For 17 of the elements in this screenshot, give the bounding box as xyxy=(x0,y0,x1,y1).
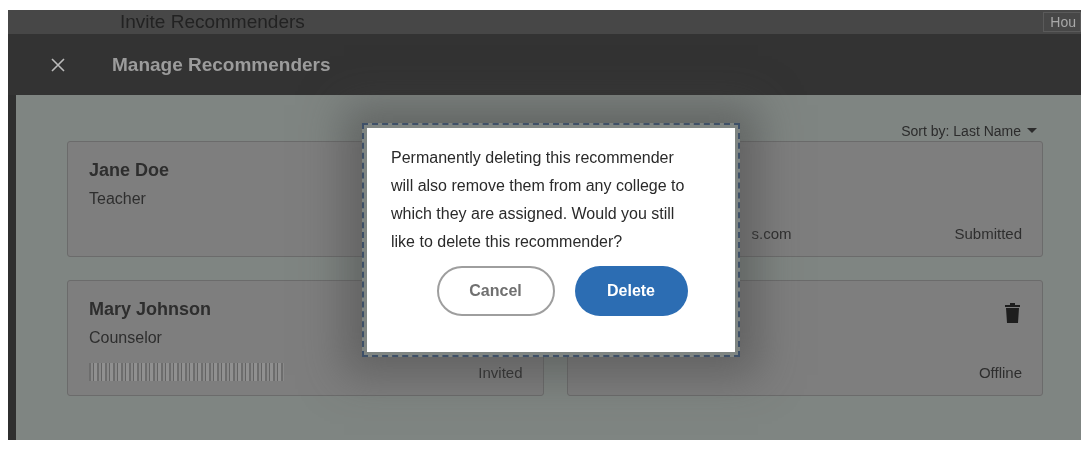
status-label: Submitted xyxy=(954,225,1022,242)
recommender-role: Counselor xyxy=(89,329,163,347)
trash-icon[interactable] xyxy=(1005,303,1020,323)
delete-button[interactable]: Delete xyxy=(574,266,688,316)
status-label: Offline xyxy=(978,364,1022,381)
dialog-title: Manage Recommenders xyxy=(112,53,331,76)
caret-icon xyxy=(1027,128,1037,134)
sort-dropdown[interactable]: Sort by: Last Name xyxy=(901,121,1037,141)
recommender-email: s.com xyxy=(751,225,792,242)
recommender-name: Jane Doe xyxy=(89,160,171,181)
cancel-button[interactable]: Cancel xyxy=(436,266,555,316)
status-label: Invited xyxy=(478,363,523,381)
header-button[interactable]: Hou xyxy=(1043,12,1081,32)
close-icon[interactable] xyxy=(50,56,66,73)
recommender-name: Mary Johnson xyxy=(89,299,213,320)
dialog-message: Permanently deleting this recommender will also remove them from any college to which they are assigned. Would you still like to delete this recommender? xyxy=(391,148,686,252)
recommender-role: Teacher xyxy=(89,190,147,208)
